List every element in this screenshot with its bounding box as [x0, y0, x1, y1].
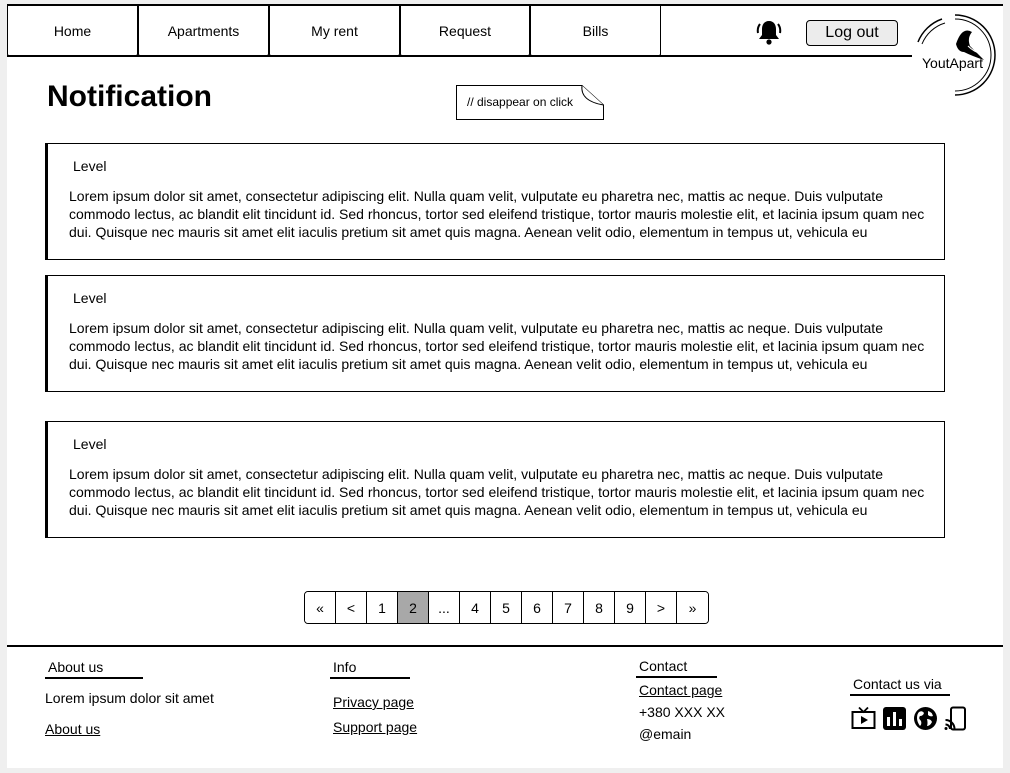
page: Home Apartments My rent Request Bills Lo…	[7, 4, 1003, 768]
footer-support-link[interactable]: Support page	[333, 719, 417, 735]
page-button[interactable]: 9	[615, 592, 646, 623]
pagination: « < 1 2 ... 4 5 6 7 8 9 > »	[304, 591, 709, 624]
footer-email: @emain	[639, 726, 692, 742]
footer-about-heading: About us	[45, 659, 143, 679]
tab-label: Home	[53, 22, 92, 39]
notification-level: Level	[73, 290, 107, 306]
page-button[interactable]: 5	[491, 592, 522, 623]
notification-card[interactable]: Level Lorem ipsum dolor sit amet, consec…	[45, 421, 945, 538]
tab-label: My rent	[311, 22, 358, 39]
footer-phone: +380 XXX XX	[639, 704, 726, 720]
page-button[interactable]: 7	[553, 592, 584, 623]
notification-card[interactable]: Level Lorem ipsum dolor sit amet, consec…	[45, 143, 945, 260]
notification-text: Lorem ipsum dolor sit amet, consectetur …	[69, 466, 925, 518]
nav-divider	[7, 55, 912, 57]
page-button[interactable]: 4	[460, 592, 491, 623]
tab-request[interactable]: Request	[400, 6, 530, 56]
tab-label: Request	[438, 22, 492, 39]
globe-icon[interactable]	[913, 706, 938, 731]
logout-button[interactable]: Log out	[806, 20, 898, 46]
notification-level: Level	[73, 158, 107, 174]
page-ellipsis: ...	[429, 592, 460, 623]
notification-text: Lorem ipsum dolor sit amet, consectetur …	[69, 188, 925, 240]
annotation-note: // disappear on click	[467, 95, 574, 109]
footer-privacy-link[interactable]: Privacy page	[333, 694, 414, 710]
notification-level: Level	[73, 436, 107, 452]
footer-contact-heading: Contact	[636, 658, 717, 678]
bell-icon[interactable]	[756, 18, 782, 46]
tab-my-rent[interactable]: My rent	[269, 6, 400, 56]
page-button[interactable]: 1	[367, 592, 398, 623]
social-icons	[851, 706, 969, 731]
tab-home[interactable]: Home	[7, 6, 138, 56]
footer-info-heading: Info	[330, 659, 410, 679]
page-last-button[interactable]: »	[677, 592, 708, 623]
bar-chart-icon[interactable]	[882, 706, 907, 731]
tv-play-icon[interactable]	[851, 706, 876, 731]
page-button[interactable]: 8	[584, 592, 615, 623]
footer-about-text: Lorem ipsum dolor sit amet	[45, 690, 214, 706]
tab-label: Apartments	[167, 22, 240, 39]
tab-label: Bills	[582, 22, 609, 39]
page-button[interactable]: 6	[522, 592, 553, 623]
tab-bills[interactable]: Bills	[530, 6, 661, 56]
cast-icon[interactable]	[944, 706, 969, 731]
tab-apartments[interactable]: Apartments	[138, 6, 269, 56]
page-title: Notification	[47, 80, 212, 113]
logout-label: Log out	[825, 24, 879, 41]
page-first-button[interactable]: «	[305, 592, 336, 623]
footer-contact-link[interactable]: Contact page	[639, 682, 722, 698]
notification-card[interactable]: Level Lorem ipsum dolor sit amet, consec…	[45, 275, 945, 392]
footer-about-link[interactable]: About us	[45, 721, 100, 737]
footer-divider	[7, 645, 1003, 647]
logo-text[interactable]: YoutApart	[922, 55, 983, 71]
footer-social-heading: Contact us via	[850, 676, 950, 696]
page-prev-button[interactable]: <	[336, 592, 367, 623]
page-button-active[interactable]: 2	[398, 592, 429, 623]
notification-text: Lorem ipsum dolor sit amet, consectetur …	[69, 320, 925, 372]
page-next-button[interactable]: >	[646, 592, 677, 623]
